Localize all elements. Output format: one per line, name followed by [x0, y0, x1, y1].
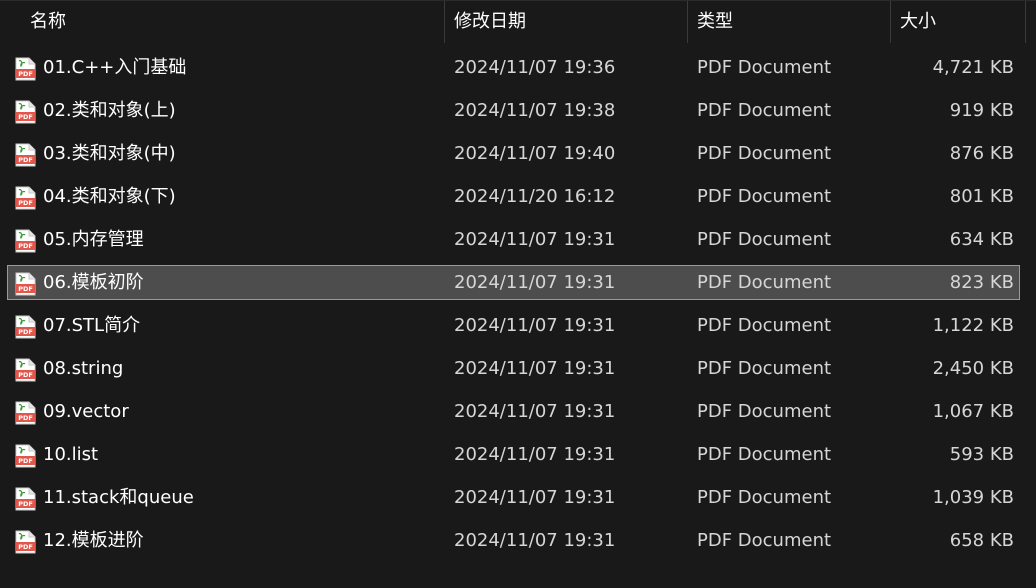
svg-text:PDF: PDF [18, 285, 33, 293]
column-header-size-label: 大小 [900, 11, 936, 32]
file-modified-date: 2024/11/07 19:31 [454, 487, 616, 508]
svg-text:PDF: PDF [18, 156, 33, 164]
file-type: PDF Document [697, 315, 832, 336]
svg-text:PDF: PDF [18, 371, 33, 379]
file-name: 07.STL简介 [43, 315, 141, 336]
file-size: 1,122 KB [932, 315, 1014, 336]
file-modified-date: 2024/11/07 19:31 [454, 401, 616, 422]
file-row[interactable]: PDF 12.模板进阶 2024/11/07 19:31 PDF Documen… [0, 522, 1036, 565]
file-modified-date: 2024/11/07 19:38 [454, 100, 616, 121]
file-name: 09.vector [43, 401, 129, 422]
file-name: 03.类和对象(中) [43, 143, 176, 164]
file-type: PDF Document [697, 186, 832, 207]
svg-text:PDF: PDF [18, 70, 33, 78]
pdf-file-icon: PDF [15, 100, 36, 124]
file-row[interactable]: PDF 10.list 2024/11/07 19:31 PDF Documen… [0, 436, 1036, 479]
file-type: PDF Document [697, 530, 832, 551]
file-modified-date: 2024/11/07 19:36 [454, 57, 616, 78]
file-name: 06.模板初阶 [43, 272, 144, 293]
file-size: 1,067 KB [932, 401, 1014, 422]
file-row[interactable]: PDF 11.stack和queue 2024/11/07 19:31 PDF … [0, 479, 1036, 522]
file-row[interactable]: PDF 05.内存管理 2024/11/07 19:31 PDF Documen… [0, 221, 1036, 264]
file-type: PDF Document [697, 57, 832, 78]
svg-text:PDF: PDF [18, 199, 33, 207]
file-modified-date: 2024/11/07 19:31 [454, 272, 616, 293]
file-row[interactable]: PDF 08.string 2024/11/07 19:31 PDF Docum… [0, 350, 1036, 393]
file-row[interactable]: PDF 03.类和对象(中) 2024/11/07 19:40 PDF Docu… [0, 135, 1036, 178]
file-name: 08.string [43, 358, 124, 379]
file-modified-date: 2024/11/07 19:31 [454, 530, 616, 551]
file-row[interactable]: PDF 02.类和对象(上) 2024/11/07 19:38 PDF Docu… [0, 92, 1036, 135]
pdf-file-icon: PDF [15, 229, 36, 253]
svg-text:PDF: PDF [18, 414, 33, 422]
pdf-file-icon: PDF [15, 57, 36, 81]
file-list: PDF 01.C++入门基础 2024/11/07 19:36 PDF Docu… [0, 49, 1036, 565]
pdf-file-icon: PDF [15, 401, 36, 425]
file-name: 04.类和对象(下) [43, 186, 176, 207]
pdf-file-icon: PDF [15, 444, 36, 468]
file-size: 658 KB [949, 530, 1014, 551]
file-size: 593 KB [949, 444, 1014, 465]
column-header-bar: 名称 ^ 修改日期 类型 大小 [0, 0, 1036, 43]
file-row[interactable]: PDF 09.vector 2024/11/07 19:31 PDF Docum… [0, 393, 1036, 436]
pdf-file-icon: PDF [15, 186, 36, 210]
file-size: 2,450 KB [932, 358, 1014, 379]
file-explorer-list: 名称 ^ 修改日期 类型 大小 PDF 01.C++入门基础 2024/11/0… [0, 0, 1036, 588]
column-header-type-label: 类型 [697, 11, 733, 32]
pdf-file-icon: PDF [15, 358, 36, 382]
column-header-size[interactable]: 大小 [891, 1, 1026, 43]
file-type: PDF Document [697, 272, 832, 293]
column-header-name[interactable]: 名称 ^ [0, 0, 445, 43]
svg-text:PDF: PDF [18, 457, 33, 465]
column-header-date-label: 修改日期 [454, 11, 526, 32]
file-modified-date: 2024/11/07 19:31 [454, 229, 616, 250]
file-size: 1,039 KB [932, 487, 1014, 508]
svg-text:PDF: PDF [18, 113, 33, 121]
file-name: 12.模板进阶 [43, 530, 144, 551]
file-row[interactable]: PDF 06.模板初阶 2024/11/07 19:31 PDF Documen… [0, 264, 1036, 307]
file-type: PDF Document [697, 487, 832, 508]
svg-text:PDF: PDF [18, 500, 33, 508]
file-type: PDF Document [697, 143, 832, 164]
file-modified-date: 2024/11/07 19:40 [454, 143, 616, 164]
file-row[interactable]: PDF 07.STL简介 2024/11/07 19:31 PDF Docume… [0, 307, 1036, 350]
file-type: PDF Document [697, 100, 832, 121]
file-type: PDF Document [697, 229, 832, 250]
sort-ascending-icon: ^ [227, 0, 238, 9]
pdf-file-icon: PDF [15, 272, 36, 296]
file-modified-date: 2024/11/07 19:31 [454, 315, 616, 336]
pdf-file-icon: PDF [15, 143, 36, 167]
file-name: 02.类和对象(上) [43, 100, 176, 121]
file-name: 05.内存管理 [43, 229, 144, 250]
svg-text:PDF: PDF [18, 328, 33, 336]
pdf-file-icon: PDF [15, 315, 36, 339]
file-size: 876 KB [949, 143, 1014, 164]
file-size: 919 KB [949, 100, 1014, 121]
file-name: 01.C++入门基础 [43, 57, 187, 78]
file-modified-date: 2024/11/07 19:31 [454, 444, 616, 465]
file-type: PDF Document [697, 444, 832, 465]
pdf-file-icon: PDF [15, 530, 36, 554]
column-header-name-label: 名称 [30, 11, 66, 32]
svg-text:PDF: PDF [18, 543, 33, 551]
file-type: PDF Document [697, 401, 832, 422]
file-row[interactable]: PDF 04.类和对象(下) 2024/11/20 16:12 PDF Docu… [0, 178, 1036, 221]
column-header-type[interactable]: 类型 [688, 1, 891, 43]
file-size: 823 KB [949, 272, 1014, 293]
file-modified-date: 2024/11/07 19:31 [454, 358, 616, 379]
pdf-file-icon: PDF [15, 487, 36, 511]
file-size: 634 KB [949, 229, 1014, 250]
column-header-date[interactable]: 修改日期 [445, 1, 688, 43]
file-name: 10.list [43, 444, 99, 465]
svg-text:PDF: PDF [18, 242, 33, 250]
file-size: 4,721 KB [932, 57, 1014, 78]
file-row[interactable]: PDF 01.C++入门基础 2024/11/07 19:36 PDF Docu… [0, 49, 1036, 92]
file-modified-date: 2024/11/20 16:12 [454, 186, 616, 207]
file-name: 11.stack和queue [43, 487, 194, 508]
file-size: 801 KB [949, 186, 1014, 207]
file-type: PDF Document [697, 358, 832, 379]
